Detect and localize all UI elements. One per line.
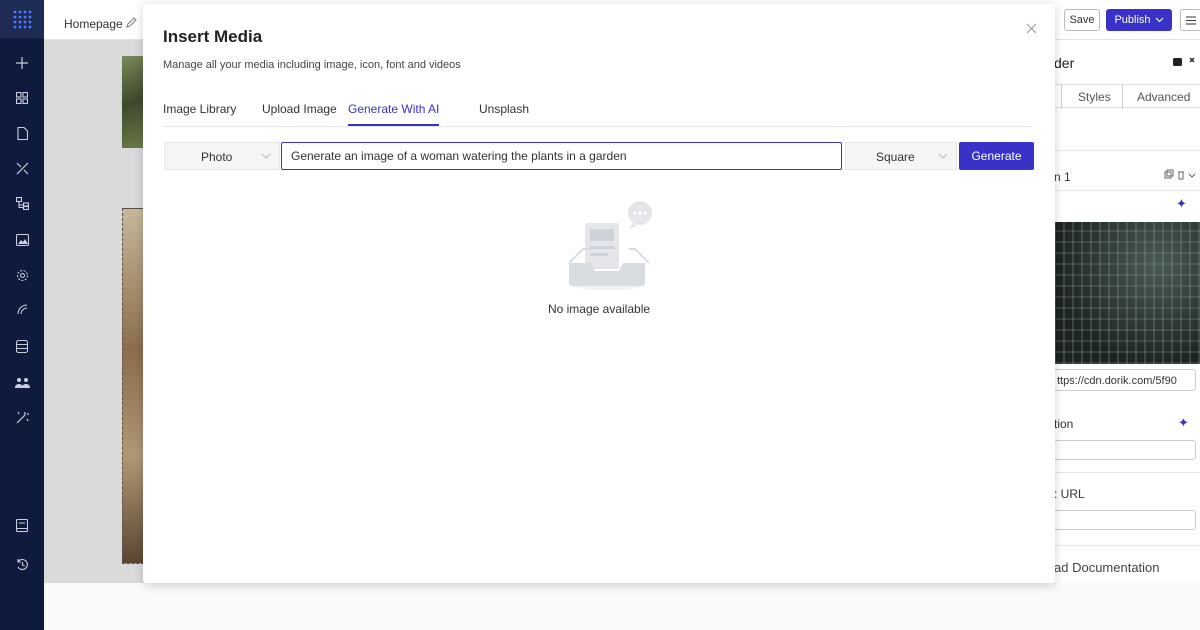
- magic-icon[interactable]: [0, 406, 44, 428]
- field1-label: tion: [1054, 417, 1074, 431]
- ai-sparkle-icon[interactable]: ✦: [1178, 415, 1189, 431]
- field2-input[interactable]: [1054, 510, 1196, 530]
- layers-icon[interactable]: [0, 192, 44, 214]
- page-icon[interactable]: [0, 122, 44, 144]
- image-preview[interactable]: [1054, 222, 1200, 364]
- publish-label: Publish: [1114, 14, 1151, 26]
- chevron-down-icon: [938, 153, 948, 159]
- plus-icon[interactable]: [0, 52, 44, 74]
- canvas-image-top[interactable]: [122, 56, 144, 148]
- users-icon[interactable]: [0, 372, 44, 394]
- page-name[interactable]: Homepage: [64, 17, 123, 31]
- database-icon[interactable]: [0, 335, 44, 357]
- save-button[interactable]: Save: [1064, 9, 1100, 31]
- field1-input[interactable]: [1054, 440, 1196, 460]
- image-url-field[interactable]: ttps://cdn.dorik.com/5f90: [1054, 369, 1196, 391]
- panel-tabs: Styles Advanced: [1054, 84, 1200, 109]
- hamburger-icon: [1186, 15, 1196, 25]
- field2-label: : URL: [1054, 487, 1085, 501]
- history-icon[interactable]: [0, 553, 44, 575]
- prompt-input[interactable]: [281, 142, 842, 170]
- ratio-select[interactable]: Square: [845, 142, 957, 170]
- image-icon[interactable]: [0, 229, 44, 251]
- tab-upload-image[interactable]: Upload Image: [262, 102, 337, 124]
- close-icon[interactable]: [1023, 20, 1039, 36]
- type-select[interactable]: Photo: [164, 142, 280, 170]
- item-label: n 1: [1054, 170, 1071, 184]
- insert-media-modal: Insert Media Manage all your media inclu…: [143, 4, 1055, 583]
- modal-tabs: Image Library Upload Image Generate With…: [163, 99, 1033, 127]
- chevron-down-icon: [261, 153, 271, 159]
- chevron-down-icon: [1155, 17, 1163, 23]
- panel-title: der: [1054, 55, 1075, 71]
- generate-row: Photo Square Generate: [164, 142, 1034, 170]
- ratio-select-value: Square: [876, 150, 915, 164]
- item-actions-icon[interactable]: [1164, 168, 1196, 186]
- tab-image-library[interactable]: Image Library: [163, 102, 236, 124]
- edit-pencil-icon[interactable]: [126, 15, 137, 33]
- type-select-value: Photo: [201, 150, 233, 164]
- canvas-image-selected[interactable]: [122, 208, 144, 564]
- logo-grid-icon[interactable]: [0, 0, 44, 38]
- generate-button[interactable]: Generate: [959, 142, 1034, 170]
- publish-button[interactable]: Publish: [1106, 9, 1172, 31]
- blocks-icon[interactable]: [0, 87, 44, 109]
- settings-icon[interactable]: [0, 264, 44, 286]
- panel-tab-styles[interactable]: Styles: [1078, 90, 1111, 104]
- panel-icon[interactable]: [1172, 55, 1196, 73]
- panel-tab-advanced[interactable]: Advanced: [1137, 90, 1190, 104]
- empty-state-text: No image available: [547, 302, 651, 316]
- documentation-link[interactable]: ad Documentation: [1054, 560, 1160, 575]
- modal-subtitle: Manage all your media including image, i…: [163, 59, 461, 71]
- empty-inbox-icon: [563, 201, 655, 297]
- tab-unsplash[interactable]: Unsplash: [479, 102, 529, 124]
- modal-title: Insert Media: [163, 27, 263, 46]
- tab-generate-with-ai[interactable]: Generate With AI: [348, 102, 440, 126]
- menu-button[interactable]: [1180, 9, 1200, 31]
- left-rail: [0, 0, 44, 630]
- book-icon[interactable]: [0, 514, 44, 536]
- integrations-icon[interactable]: [0, 298, 44, 320]
- right-panel: der Styles Advanced n 1 ✦ ttps://cdn.dor…: [1054, 40, 1200, 583]
- tools-icon[interactable]: [0, 157, 44, 179]
- ai-sparkle-icon[interactable]: ✦: [1176, 196, 1187, 212]
